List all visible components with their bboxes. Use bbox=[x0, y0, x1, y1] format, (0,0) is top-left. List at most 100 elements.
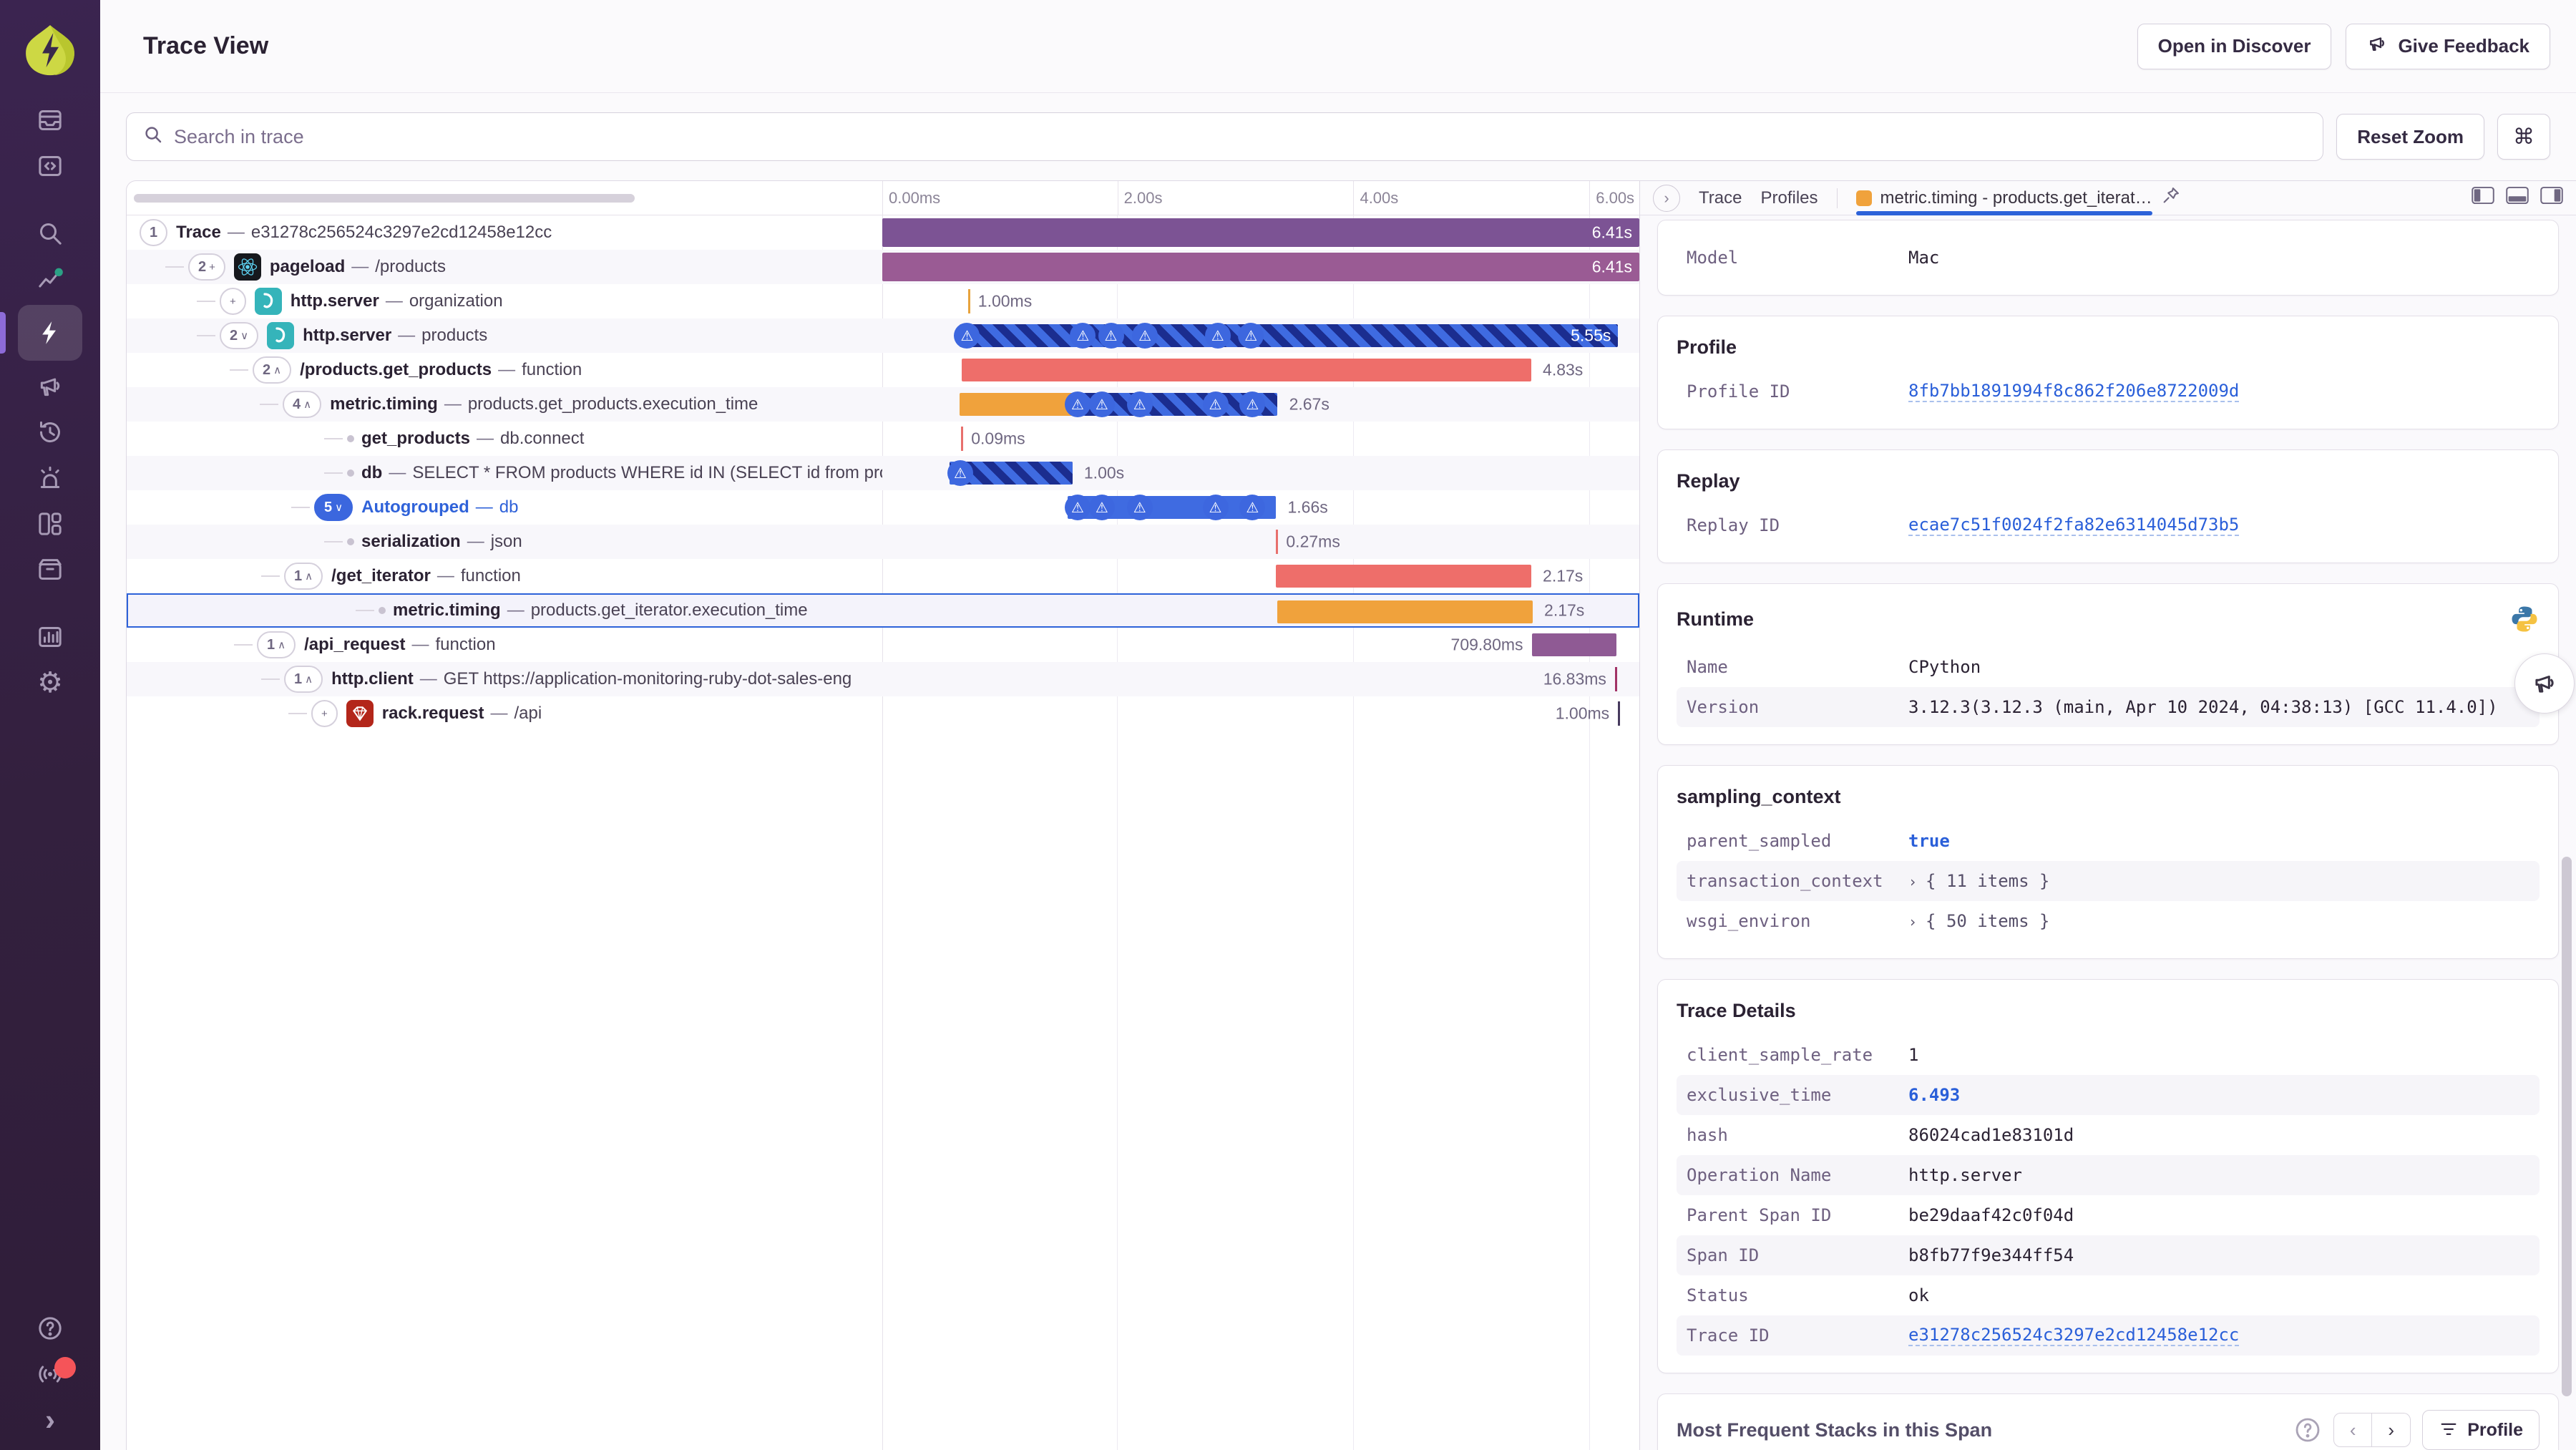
trace-row-pageload[interactable]: 2 + pageload —/products 6.41s bbox=[127, 250, 1639, 284]
error-badge-icon[interactable]: ⚠ bbox=[1098, 323, 1124, 349]
span-tick[interactable] bbox=[1276, 530, 1279, 554]
span-bar[interactable]: 5.55s bbox=[959, 324, 1619, 347]
span-children-pill[interactable]: 2 ∧ bbox=[253, 356, 292, 384]
detail-value[interactable]: ›{ 50 items } bbox=[1908, 911, 2049, 931]
trace-row--products-get-products[interactable]: 2 ∧/products.get_products — function 4.83s bbox=[127, 353, 1639, 387]
error-badge-icon[interactable]: ⚠ bbox=[947, 460, 973, 486]
stats-barchart-icon[interactable] bbox=[0, 614, 100, 660]
collapse-panel-button[interactable]: › bbox=[1653, 184, 1680, 212]
detail-value[interactable]: ecae7c51f0024f2fa82e6314045d73b5 bbox=[1908, 515, 2240, 536]
horizontal-scrollbar[interactable] bbox=[134, 194, 635, 203]
help-icon[interactable] bbox=[2293, 1416, 2322, 1444]
trace-row--api-request[interactable]: 1 ∧/api_request — function 709.80ms bbox=[127, 628, 1639, 662]
span-children-pill[interactable]: 1 ∧ bbox=[284, 563, 323, 590]
next-stack-button[interactable]: › bbox=[2372, 1413, 2411, 1447]
error-badge-icon[interactable]: ⚠ bbox=[1204, 323, 1231, 349]
span-tick[interactable] bbox=[961, 427, 964, 451]
span-children-pill[interactable]: 1 ∧ bbox=[257, 631, 296, 658]
span-children-pill[interactable]: 2 ∨ bbox=[220, 322, 259, 349]
layout-bottom-icon[interactable] bbox=[2506, 186, 2529, 210]
vertical-scrollbar[interactable] bbox=[2562, 857, 2572, 1396]
give-feedback-button[interactable]: Give Feedback bbox=[2346, 23, 2550, 69]
broadcast-icon[interactable] bbox=[0, 1351, 100, 1397]
span-children-pill[interactable]: 2 + bbox=[188, 253, 225, 281]
detail-value[interactable]: 8fb7bb1891994f8c862f206e8722009d bbox=[1908, 381, 2240, 402]
span-bar[interactable]: 6.41s bbox=[882, 253, 1639, 281]
trace-row-autogrouped[interactable]: 5 ∨ Autogrouped — db ⚠ ⚠ ⚠ ⚠ ⚠ 1.66s bbox=[127, 490, 1639, 525]
help-circle-icon[interactable] bbox=[0, 1305, 100, 1351]
error-badge-icon[interactable]: ⚠ bbox=[1239, 495, 1266, 520]
span-children-pill[interactable]: 1 ∧ bbox=[284, 666, 323, 693]
dashboards-icon[interactable] bbox=[0, 501, 100, 547]
span-bar-cell: 1.00ms bbox=[882, 696, 1639, 731]
reset-zoom-button[interactable]: Reset Zoom bbox=[2336, 114, 2484, 160]
trace-row-trace[interactable]: 1 Trace — e31278c256524c3297e2cd12458e12cc 6… bbox=[127, 215, 1639, 250]
profile-button[interactable]: Profile bbox=[2422, 1410, 2540, 1450]
trace-row-get-products[interactable]: get_products — db.connect 0.09ms bbox=[127, 422, 1639, 456]
tab-span-details[interactable]: metric.timing - products.get_iterat… bbox=[1855, 181, 2184, 215]
tab-trace[interactable]: Trace bbox=[1699, 181, 1742, 215]
trace-row-http-server[interactable]: 2 ∨ http.server — products 5.55s ⚠ ⚠ ⚠ ⚠ ⚠ ⚠ bbox=[127, 318, 1639, 353]
span-bar[interactable] bbox=[1277, 600, 1533, 623]
trace-row-metric-timing[interactable]: 4 ∧ metric.timing — products.get_products.ex… bbox=[127, 387, 1639, 422]
error-badge-icon[interactable]: ⚠ bbox=[954, 323, 980, 349]
prev-stack-button[interactable]: ‹ bbox=[2333, 1413, 2373, 1447]
span-children-pill[interactable]: + bbox=[220, 288, 246, 315]
span-tick[interactable] bbox=[1618, 701, 1621, 726]
give-feedback-label: Give Feedback bbox=[2398, 35, 2529, 57]
error-badge-icon[interactable]: ⚠ bbox=[1070, 323, 1096, 349]
detail-row: Replay ID ecae7c51f0024f2fa82e6314045d73b… bbox=[1677, 505, 2540, 545]
trace-row-rack-request[interactable]: + rack.request —/api 1.00ms bbox=[127, 696, 1639, 731]
span-bar[interactable]: 6.41s bbox=[882, 218, 1639, 247]
expand-chevron-icon[interactable]: › bbox=[0, 1397, 100, 1443]
span-children-pill[interactable]: 4 ∧ bbox=[283, 391, 322, 418]
error-badge-icon[interactable]: ⚠ bbox=[1202, 495, 1229, 520]
feedback-fab-button[interactable] bbox=[2514, 653, 2575, 714]
span-children-pill[interactable]: 1 bbox=[140, 219, 168, 246]
trace-row-metric-timing[interactable]: metric.timing — products.get_iterator.exec… bbox=[127, 593, 1639, 628]
sentry-logo-icon[interactable] bbox=[25, 24, 75, 77]
search-input[interactable] bbox=[174, 125, 2308, 148]
alerts-siren-icon[interactable] bbox=[0, 455, 100, 501]
performance-bolt-icon[interactable] bbox=[0, 302, 100, 364]
shortcut-button[interactable]: ⌘ bbox=[2497, 114, 2550, 160]
error-badge-icon[interactable]: ⚠ bbox=[1088, 391, 1115, 417]
replays-clock-icon[interactable] bbox=[0, 409, 100, 455]
error-badge-icon[interactable]: ⚠ bbox=[1064, 391, 1091, 417]
span-bar[interactable] bbox=[962, 359, 1531, 381]
error-badge-icon[interactable]: ⚠ bbox=[1238, 323, 1264, 349]
error-badge-icon[interactable]: ⚠ bbox=[1126, 391, 1153, 417]
error-badge-icon[interactable]: ⚠ bbox=[1064, 495, 1091, 520]
span-bar[interactable] bbox=[1276, 565, 1531, 588]
releases-archive-icon[interactable] bbox=[0, 547, 100, 593]
feedback-megaphone-icon[interactable] bbox=[0, 364, 100, 409]
detail-value[interactable]: ›{ 11 items } bbox=[1908, 871, 2049, 891]
trace-row-http-client[interactable]: 1 ∧ http.client — GET https://application-mo… bbox=[127, 662, 1639, 696]
projects-code-icon[interactable] bbox=[0, 143, 100, 189]
span-bar[interactable] bbox=[959, 393, 1074, 416]
error-badge-icon[interactable]: ⚠ bbox=[1239, 391, 1266, 417]
trace-row-db[interactable]: db — SELECT * FROM products WHERE id IN (S… bbox=[127, 456, 1639, 490]
error-badge-icon[interactable]: ⚠ bbox=[1088, 495, 1115, 520]
settings-gear-icon[interactable]: ⚙ bbox=[0, 660, 100, 706]
trace-row-serialization[interactable]: serialization — json 0.27ms bbox=[127, 525, 1639, 559]
search-icon[interactable] bbox=[0, 210, 100, 256]
error-badge-icon[interactable]: ⚠ bbox=[1132, 323, 1158, 349]
open-in-discover-button[interactable]: Open in Discover bbox=[2137, 23, 2332, 69]
detail-value[interactable]: e31278c256524c3297e2cd12458e12cc bbox=[1908, 1325, 2240, 1346]
pin-icon[interactable] bbox=[2161, 185, 2181, 210]
error-badge-icon[interactable]: ⚠ bbox=[1202, 391, 1229, 417]
span-tick[interactable] bbox=[967, 289, 970, 313]
error-badge-icon[interactable]: ⚠ bbox=[1126, 495, 1153, 520]
tab-profiles[interactable]: Profiles bbox=[1760, 181, 1818, 215]
trace-row-http-server[interactable]: + http.server — organization 1.00ms bbox=[127, 284, 1639, 318]
span-children-pill[interactable]: + bbox=[311, 700, 338, 727]
layout-right-icon[interactable] bbox=[2540, 186, 2563, 210]
span-bar[interactable] bbox=[1531, 633, 1617, 656]
span-children-pill[interactable]: 5 ∨ bbox=[314, 494, 353, 521]
metrics-chart-icon[interactable] bbox=[0, 256, 100, 302]
issues-inbox-icon[interactable] bbox=[0, 97, 100, 143]
trace-row--get-iterator[interactable]: 1 ∧/get_iterator — function 2.17s bbox=[127, 559, 1639, 593]
span-tick[interactable] bbox=[1615, 667, 1618, 691]
layout-left-icon[interactable] bbox=[2472, 186, 2494, 210]
